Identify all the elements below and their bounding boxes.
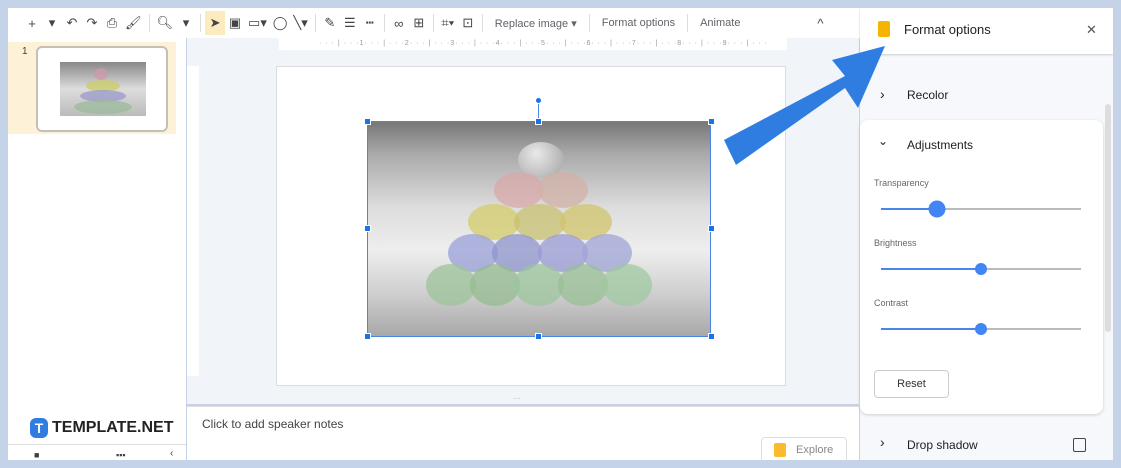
annotation-arrow: [724, 46, 885, 165]
arrow-shape: [724, 46, 885, 165]
